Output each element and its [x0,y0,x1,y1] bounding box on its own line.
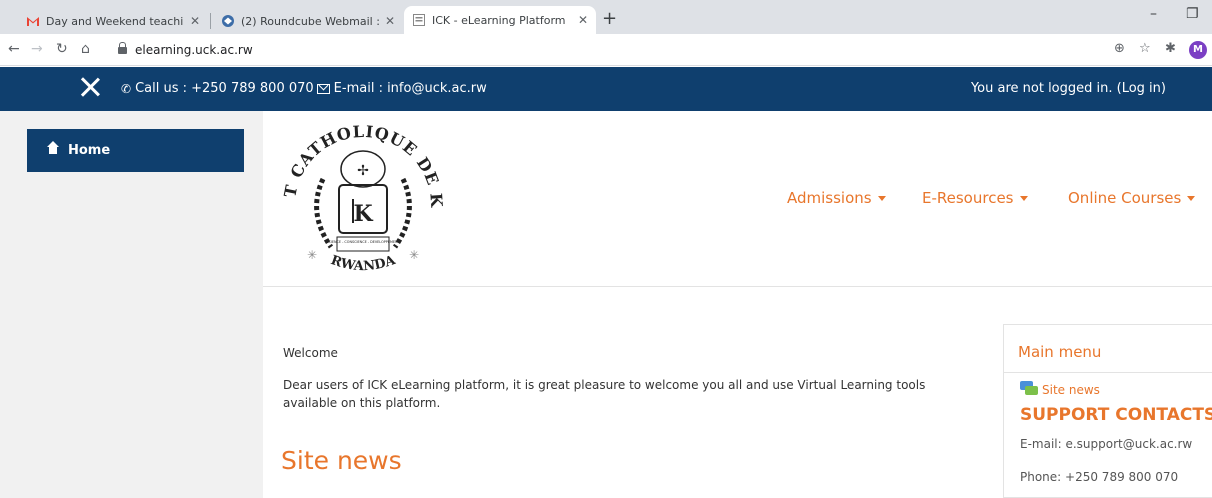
phone-icon: ✆ [121,81,132,96]
support-phone: Phone: +250 789 800 070 [1020,470,1179,484]
sidebar-item-label: Home [68,143,111,158]
contact-info: ✆ Call us : +250 789 800 070 E-mail : in… [121,81,487,96]
tab-separator [210,13,211,29]
tab-title: Day and Weekend teaching time [46,14,184,28]
home-icon [47,140,59,156]
svg-text:✳: ✳ [409,248,419,262]
logo-motto: SCIENCE - CONSCIENCE - DEVELOPPEMENT [326,240,400,244]
profile-avatar[interactable]: M [1189,41,1207,59]
sidebar-item-home[interactable]: Home [27,129,244,172]
nav-label: Online Courses [1068,189,1182,207]
logo-text-bottom: RWANDA [329,253,398,275]
contact-email: E-mail : info@uck.ac.rw [333,81,487,96]
site-news-link[interactable]: Site news [1020,381,1100,397]
caret-down-icon [1187,196,1196,201]
caret-down-icon [877,196,886,201]
tab-title: ICK - eLearning Platform [432,13,566,27]
zoom-icon[interactable]: ⊕ [1114,42,1125,56]
nav-label: Admissions [787,189,872,207]
intro-paragraph: Dear users of ICK eLearning platform, it… [283,378,926,410]
lock-icon [118,41,127,55]
svg-text:K: K [353,201,373,227]
browser-tab-gmail[interactable]: Day and Weekend teaching time ✕ [18,8,208,34]
close-icon[interactable]: ✕ [385,14,395,28]
svg-text:INSTITUT CATHOLIQUE DE KABGAYI: INSTITUT CATHOLIQUE DE KABGAYI [277,113,446,209]
extensions-icon[interactable]: ✱ [1165,42,1176,56]
tab-title: (2) Roundcube Webmail :: Inbox [241,14,379,28]
caret-down-icon [1019,196,1028,201]
support-email: E-mail: e.support@uck.ac.rw [1020,437,1193,451]
new-tab-icon[interactable]: + [602,10,617,28]
minimize-icon[interactable]: – [1150,6,1157,22]
svg-text:✢: ✢ [357,163,369,179]
close-icon[interactable]: ✕ [578,13,588,27]
roundcube-icon [222,15,234,27]
main-menu-title: Main menu [1018,343,1102,361]
url-text: elearning.uck.ac.rw [135,43,253,57]
support-contacts-heading: SUPPORT CONTACTS [1020,405,1212,425]
page-icon [413,14,425,26]
restore-icon[interactable]: ❐ [1186,6,1199,22]
svg-text:✳: ✳ [307,248,317,262]
forward-icon[interactable]: → [31,42,43,56]
divider [1004,372,1212,373]
main-menu-block: Main menu Site news SUPPORT CONTACTS E-m… [1003,324,1212,498]
nav-label: E-Resources [922,189,1014,207]
login-status-link[interactable]: You are not logged in. (Log in) [971,81,1166,96]
close-drawer-icon[interactable] [79,76,101,98]
site-header: INSTITUT CATHOLIQUE DE KABGAYI RWANDA ✢ … [263,111,1212,287]
browser-tabstrip: Day and Weekend teaching time ✕ (2) Roun… [0,0,1212,34]
site-top-bar: ✆ Call us : +250 789 800 070 E-mail : in… [0,67,1212,111]
mail-icon [316,83,330,94]
logo-text-top: INSTITUT CATHOLIQUE DE KABGAYI [277,113,445,209]
nav-e-resources[interactable]: E-Resources [922,189,1028,207]
gmail-icon [27,17,39,26]
nav-admissions[interactable]: Admissions [787,189,886,207]
contact-phone: Call us : +250 789 800 070 [135,81,314,96]
browser-tab-roundcube[interactable]: (2) Roundcube Webmail :: Inbox ✕ [213,8,403,34]
main-content: Welcome Dear users of ICK eLearning plat… [263,288,1003,498]
svg-text:RWANDA: RWANDA [329,253,398,275]
site-news-heading: Site news [281,446,402,475]
reload-icon[interactable]: ↻ [56,42,68,56]
bookmark-star-icon[interactable]: ☆ [1139,42,1151,56]
close-icon[interactable]: ✕ [190,14,200,28]
browser-toolbar: ← → ↻ ⌂ elearning.uck.ac.rw ⊕ ☆ ✱ M [0,34,1212,66]
address-bar[interactable]: elearning.uck.ac.rw [118,39,1168,61]
forum-icon [1020,381,1038,397]
ick-logo[interactable]: INSTITUT CATHOLIQUE DE KABGAYI RWANDA ✢ … [277,113,449,281]
site-news-link-label: Site news [1042,383,1100,397]
back-icon[interactable]: ← [8,42,20,56]
browser-tab-active[interactable]: ICK - eLearning Platform ✕ [404,6,596,34]
welcome-text: Welcome [283,346,338,360]
left-sidebar: Home [0,111,263,498]
home-icon[interactable]: ⌂ [81,42,90,56]
nav-online-courses[interactable]: Online Courses [1068,189,1196,207]
